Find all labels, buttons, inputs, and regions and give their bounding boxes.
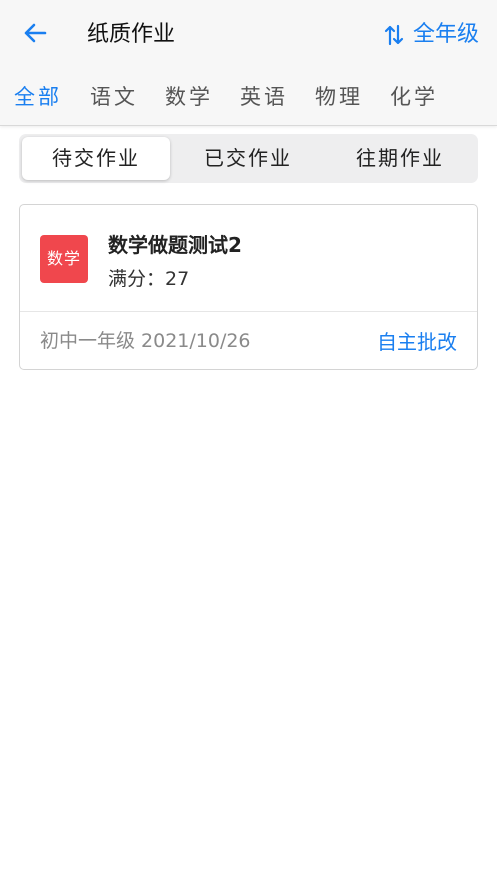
tab-submitted[interactable]: 已交作业	[174, 137, 322, 180]
date-text: 2021/10/26	[141, 330, 251, 352]
homework-card[interactable]: 数学 数学做题测试2 满分：27 初中一年级 2021/10/26 自主批改	[19, 204, 478, 370]
score-row: 满分：27	[108, 264, 189, 291]
arrow-left-icon	[23, 22, 47, 48]
homework-title: 数学做题测试2	[108, 233, 242, 257]
self-grade-button[interactable]: 自主批改	[377, 326, 457, 355]
homework-meta: 初中一年级 2021/10/26	[40, 326, 251, 353]
tab-chemistry[interactable]: 化学	[390, 78, 438, 116]
grade-filter-button[interactable]: 全年级	[384, 18, 479, 52]
page-title: 纸质作业	[87, 22, 176, 47]
tab-chinese[interactable]: 语文	[90, 78, 138, 116]
divider	[20, 311, 477, 312]
sort-icon	[384, 23, 406, 47]
tab-physics[interactable]: 物理	[315, 78, 363, 116]
back-button[interactable]	[20, 20, 50, 50]
subject-tabs: 全部 语文 数学 英语 物理 化学	[0, 78, 497, 116]
grade-text: 初中一年级	[40, 330, 136, 352]
top-bar: 纸质作业 全年级 全部 语文 数学 英语 物理 化学	[0, 0, 497, 126]
grade-filter-label: 全年级	[412, 22, 479, 47]
tab-english[interactable]: 英语	[240, 78, 288, 116]
score-label: 满分：	[108, 268, 166, 290]
subject-badge: 数学	[40, 235, 88, 283]
tab-math[interactable]: 数学	[165, 78, 213, 116]
status-segmented-control: 待交作业 已交作业 往期作业	[19, 134, 478, 183]
tab-past[interactable]: 往期作业	[326, 137, 474, 180]
tab-all[interactable]: 全部	[14, 78, 62, 116]
score-value: 27	[165, 268, 190, 290]
tab-pending[interactable]: 待交作业	[22, 137, 170, 180]
